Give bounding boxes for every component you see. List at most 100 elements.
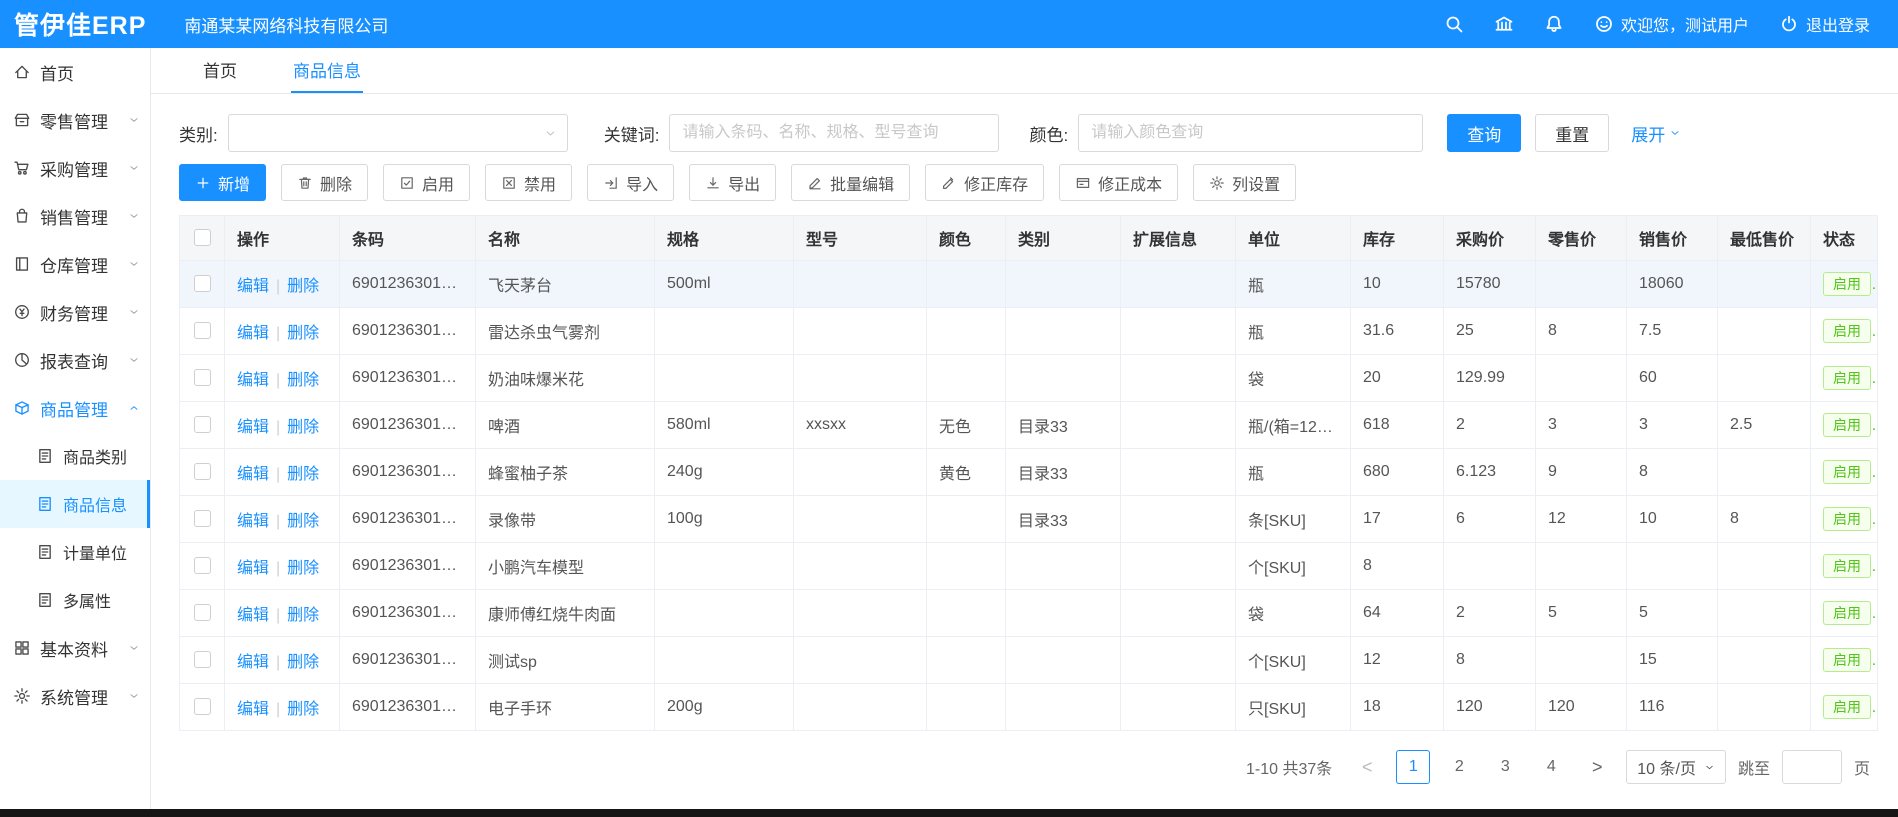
search-button[interactable]: 查询	[1447, 114, 1521, 152]
edit-link[interactable]: 编辑	[237, 466, 269, 483]
row-checkbox[interactable]	[194, 463, 211, 480]
delete-link[interactable]: 删除	[287, 513, 319, 530]
sidebar-item-6[interactable]: 报表查询	[0, 336, 150, 384]
cell-barcode: 6901236301342	[340, 261, 476, 308]
toolbar-button-3[interactable]: 禁用	[485, 164, 572, 201]
column-header-3: 规格	[655, 216, 794, 261]
row-checkbox[interactable]	[194, 604, 211, 621]
cell-retail_price	[1536, 637, 1627, 684]
page-button-2[interactable]: 2	[1442, 750, 1476, 784]
cell-spec	[655, 590, 794, 637]
toolbar-button-7[interactable]: 修正库存	[925, 164, 1044, 201]
delete-link[interactable]: 删除	[287, 560, 319, 577]
edit-link[interactable]: 编辑	[237, 607, 269, 624]
sidebar: 首页零售管理采购管理销售管理仓库管理财务管理报表查询商品管理商品类别商品信息计量…	[0, 48, 151, 817]
sidebar-subitem-3[interactable]: 多属性	[0, 576, 150, 624]
edit-link[interactable]: 编辑	[237, 560, 269, 577]
edit-link[interactable]: 编辑	[237, 278, 269, 295]
page-button-4[interactable]: 4	[1534, 750, 1568, 784]
sidebar-item-3[interactable]: 销售管理	[0, 192, 150, 240]
edit-link[interactable]: 编辑	[237, 419, 269, 436]
row-checkbox[interactable]	[194, 275, 211, 292]
row-checkbox-cell	[180, 684, 225, 731]
chevron-down-icon	[128, 642, 140, 654]
toolbar-button-6[interactable]: 批量编辑	[791, 164, 910, 201]
toolbar-button-8[interactable]: 修正成本	[1059, 164, 1178, 201]
cell-stock: 10	[1351, 261, 1444, 308]
toolbar-button-1[interactable]: 删除	[281, 164, 368, 201]
cell-min_price	[1718, 261, 1811, 308]
sidebar-subitem-1[interactable]: 商品信息	[0, 480, 150, 528]
row-checkbox[interactable]	[194, 369, 211, 386]
toolbar-button-4[interactable]: 导入	[587, 164, 674, 201]
tab-0[interactable]: 首页	[201, 47, 239, 93]
delete-link[interactable]: 删除	[287, 325, 319, 342]
cell-barcode: 6901236301303	[340, 684, 476, 731]
delete-link[interactable]: 删除	[287, 372, 319, 389]
chevron-down-icon	[128, 210, 140, 222]
goods-icon	[13, 399, 31, 417]
sidebar-item-0[interactable]: 首页	[0, 48, 150, 96]
delete-link[interactable]: 删除	[287, 466, 319, 483]
cell-spec	[655, 543, 794, 590]
edit-link[interactable]: 编辑	[237, 325, 269, 342]
toolbar-button-5[interactable]: 导出	[689, 164, 776, 201]
prev-page-button[interactable]: <	[1350, 750, 1384, 784]
page-size-select[interactable]: 10 条/页	[1626, 750, 1726, 784]
row-checkbox[interactable]	[194, 416, 211, 433]
expand-link[interactable]: 展开	[1631, 121, 1681, 146]
delete-link[interactable]: 删除	[287, 607, 319, 624]
select-all-checkbox[interactable]	[194, 229, 211, 246]
page-button-3[interactable]: 3	[1488, 750, 1522, 784]
search-icon[interactable]	[1444, 14, 1464, 34]
sidebar-item-2[interactable]: 采购管理	[0, 144, 150, 192]
category-select[interactable]	[228, 114, 568, 152]
cell-purchase_price: 15780	[1444, 261, 1536, 308]
row-checkbox[interactable]	[194, 322, 211, 339]
keyword-input[interactable]	[669, 114, 999, 152]
bank-icon[interactable]	[1494, 14, 1514, 34]
delete-link[interactable]: 删除	[287, 419, 319, 436]
plus-icon	[195, 175, 211, 191]
row-checkbox[interactable]	[194, 698, 211, 715]
edit-link[interactable]: 编辑	[237, 513, 269, 530]
sidebar-item-4[interactable]: 仓库管理	[0, 240, 150, 288]
tab-1[interactable]: 商品信息	[291, 47, 363, 93]
toolbar-button-9[interactable]: 列设置	[1193, 164, 1296, 201]
bell-icon[interactable]	[1544, 14, 1564, 34]
toolbar-button-0[interactable]: 新增	[179, 164, 266, 201]
reset-button[interactable]: 重置	[1535, 114, 1609, 152]
sidebar-item-9[interactable]: 系统管理	[0, 672, 150, 720]
sidebar-item-8[interactable]: 基本资料	[0, 624, 150, 672]
toolbar-button-2[interactable]: 启用	[383, 164, 470, 201]
cell-model	[794, 590, 927, 637]
sidebar-subitem-2[interactable]: 计量单位	[0, 528, 150, 576]
finance-icon	[13, 303, 31, 321]
jump-page-input[interactable]	[1782, 750, 1842, 784]
delete-link[interactable]: 删除	[287, 701, 319, 718]
cell-ext	[1121, 684, 1236, 731]
sidebar-item-7[interactable]: 商品管理	[0, 384, 150, 432]
edit-link[interactable]: 编辑	[237, 654, 269, 671]
edit-link[interactable]: 编辑	[237, 701, 269, 718]
sidebar-subitem-0[interactable]: 商品类别	[0, 432, 150, 480]
table-row-7: 编辑|删除6901236301321康师傅红烧牛肉面袋64255启用	[180, 590, 1878, 637]
row-checkbox[interactable]	[194, 510, 211, 527]
chevron-down-icon	[128, 114, 140, 126]
sidebar-item-5[interactable]: 财务管理	[0, 288, 150, 336]
cell-purchase_price: 25	[1444, 308, 1536, 355]
welcome-user[interactable]: 欢迎您，测试用户	[1594, 12, 1749, 36]
delete-link[interactable]: 删除	[287, 654, 319, 671]
delete-link[interactable]: 删除	[287, 278, 319, 295]
sidebar-item-1[interactable]: 零售管理	[0, 96, 150, 144]
row-checkbox[interactable]	[194, 651, 211, 668]
cell-color	[927, 496, 1006, 543]
row-checkbox[interactable]	[194, 557, 211, 574]
edit-link[interactable]: 编辑	[237, 372, 269, 389]
logout-button[interactable]: 退出登录	[1779, 12, 1870, 36]
cell-sale_price: 15	[1627, 637, 1718, 684]
color-input[interactable]	[1078, 114, 1423, 152]
next-page-button[interactable]: >	[1580, 750, 1614, 784]
page-button-1[interactable]: 1	[1396, 750, 1430, 784]
cell-barcode: 6901236301337	[340, 449, 476, 496]
